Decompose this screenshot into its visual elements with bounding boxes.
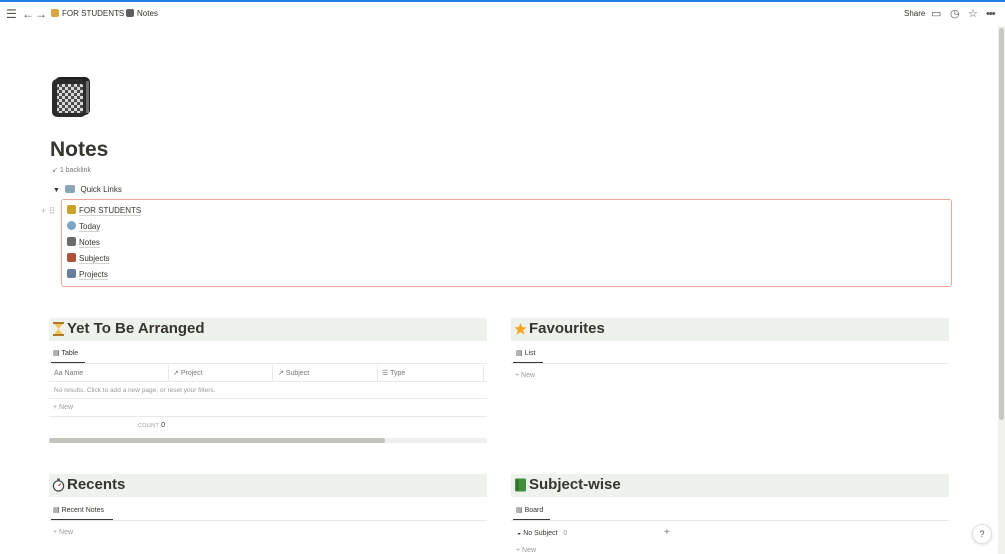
clock-icon	[67, 221, 76, 230]
table-scrollbar-thumb[interactable]	[49, 438, 385, 443]
books-icon	[67, 253, 76, 262]
clock-icon[interactable]: ◷	[950, 2, 960, 26]
quick-link-today[interactable]: Today	[67, 220, 101, 234]
quick-link-projects[interactable]: Projects	[67, 268, 108, 282]
quick-link-for-students[interactable]: FOR STUDENTS	[67, 204, 142, 218]
count-summary[interactable]: COUNT 0	[138, 422, 165, 429]
menu-icon[interactable]: ☰	[6, 2, 17, 26]
list-icon: ▤	[53, 507, 60, 514]
page-scrollbar[interactable]	[998, 26, 1005, 554]
divider	[49, 381, 487, 382]
column-divider	[168, 365, 169, 381]
help-button[interactable]: ?	[972, 524, 992, 544]
table-icon: ▤	[53, 350, 60, 357]
section-yet-to-be-arranged: Yet To Be Arranged	[49, 318, 487, 341]
comment-icon[interactable]: ▭	[931, 2, 941, 26]
stopwatch-icon	[52, 478, 65, 492]
toggle-triangle-icon[interactable]: ▼	[53, 187, 63, 194]
plus-icon: +	[53, 529, 58, 536]
tab-board[interactable]: ▤ Board	[516, 504, 543, 518]
divider	[49, 520, 487, 521]
board-icon: ▤	[516, 507, 523, 514]
tab-list[interactable]: ▤ List	[516, 347, 535, 361]
back-arrow-icon[interactable]: ←	[22, 2, 34, 26]
new-item-button[interactable]: + New	[53, 529, 73, 536]
group-count: 0	[563, 530, 568, 537]
divider	[49, 363, 487, 364]
backlink-arrow-icon: ↙	[52, 167, 58, 174]
empty-results-text[interactable]: No results. Click to add a new page, or …	[54, 387, 216, 394]
backlinks-link[interactable]: ↙ 1 backlink	[52, 166, 91, 174]
tab-table[interactable]: ▤ Table	[53, 347, 78, 361]
section-favourites: Favourites	[511, 318, 949, 341]
hourglass-icon	[51, 9, 59, 17]
list-property-icon: ☰	[382, 370, 389, 377]
quick-link-subjects[interactable]: Subjects	[67, 252, 110, 266]
plus-icon: +	[515, 372, 520, 379]
section-subject-wise: Subject-wise	[511, 474, 949, 497]
car-icon	[65, 185, 76, 193]
plus-icon: +	[516, 547, 521, 554]
divider	[49, 398, 487, 399]
block-drag-handle[interactable]: + ⠿	[41, 206, 55, 217]
notebook-icon	[67, 237, 76, 246]
tab-recent-notes[interactable]: ▤ Recent Notes	[53, 504, 104, 518]
column-divider	[272, 365, 273, 381]
list-icon: ▤	[516, 350, 523, 357]
new-item-button[interactable]: + New	[515, 372, 535, 379]
quick-links-list: FOR STUDENTS Today Notes Subjects Projec…	[61, 199, 952, 287]
divider	[49, 416, 487, 417]
section-title[interactable]: Favourites	[529, 320, 605, 337]
board-group-no-subject[interactable]: ◒ No Subject 0	[517, 527, 567, 541]
page-scrollbar-thumb[interactable]	[999, 28, 1004, 420]
star-icon	[514, 322, 527, 335]
hourglass-icon	[53, 322, 64, 336]
plus-icon: +	[53, 404, 58, 411]
hourglass-icon	[67, 205, 76, 214]
more-icon[interactable]: •••	[986, 2, 996, 26]
notebook-icon[interactable]	[50, 75, 92, 117]
column-header-subject[interactable]: ↗ Subject	[278, 367, 309, 380]
quick-links-toggle[interactable]: ▼ Quick Links	[53, 185, 122, 194]
tools-icon	[67, 269, 76, 278]
section-title[interactable]: Subject-wise	[529, 476, 621, 493]
top-bar: ☰ ← → FOR STUDENTS / Notes Share ▭ ◷ ☆ •…	[0, 2, 1005, 26]
star-icon[interactable]: ☆	[968, 2, 978, 26]
add-group-button[interactable]: +	[664, 526, 670, 540]
column-header-name[interactable]: Aa Name	[54, 367, 83, 380]
breadcrumb-item-for-students[interactable]: FOR STUDENTS	[51, 4, 124, 24]
green-book-icon	[515, 478, 526, 492]
notebook-icon	[126, 9, 134, 17]
column-divider	[377, 365, 378, 381]
divider	[511, 520, 949, 521]
forward-arrow-icon[interactable]: →	[35, 2, 47, 26]
column-header-project[interactable]: ↗ Project	[173, 367, 203, 380]
quick-link-notes[interactable]: Notes	[67, 236, 100, 250]
new-row-button[interactable]: + New	[53, 404, 73, 411]
divider	[511, 363, 949, 364]
relation-arrow-icon: ↗	[278, 370, 284, 377]
section-title[interactable]: Recents	[67, 476, 125, 493]
page-title[interactable]: Notes	[50, 138, 108, 162]
section-title[interactable]: Yet To Be Arranged	[67, 320, 205, 337]
section-recents: Recents	[49, 474, 487, 497]
breadcrumb-item-notes[interactable]: Notes	[126, 4, 158, 24]
breadcrumb-separator: /	[117, 9, 120, 18]
relation-arrow-icon: ↗	[173, 370, 179, 377]
table-horizontal-scrollbar[interactable]	[49, 438, 487, 443]
column-divider	[483, 365, 484, 381]
column-header-type[interactable]: ☰ Type	[382, 367, 405, 380]
new-card-button[interactable]: + New	[516, 547, 536, 554]
no-subject-icon: ◒	[517, 530, 522, 537]
text-property-icon: Aa	[54, 370, 63, 377]
share-button[interactable]: Share	[904, 4, 925, 24]
